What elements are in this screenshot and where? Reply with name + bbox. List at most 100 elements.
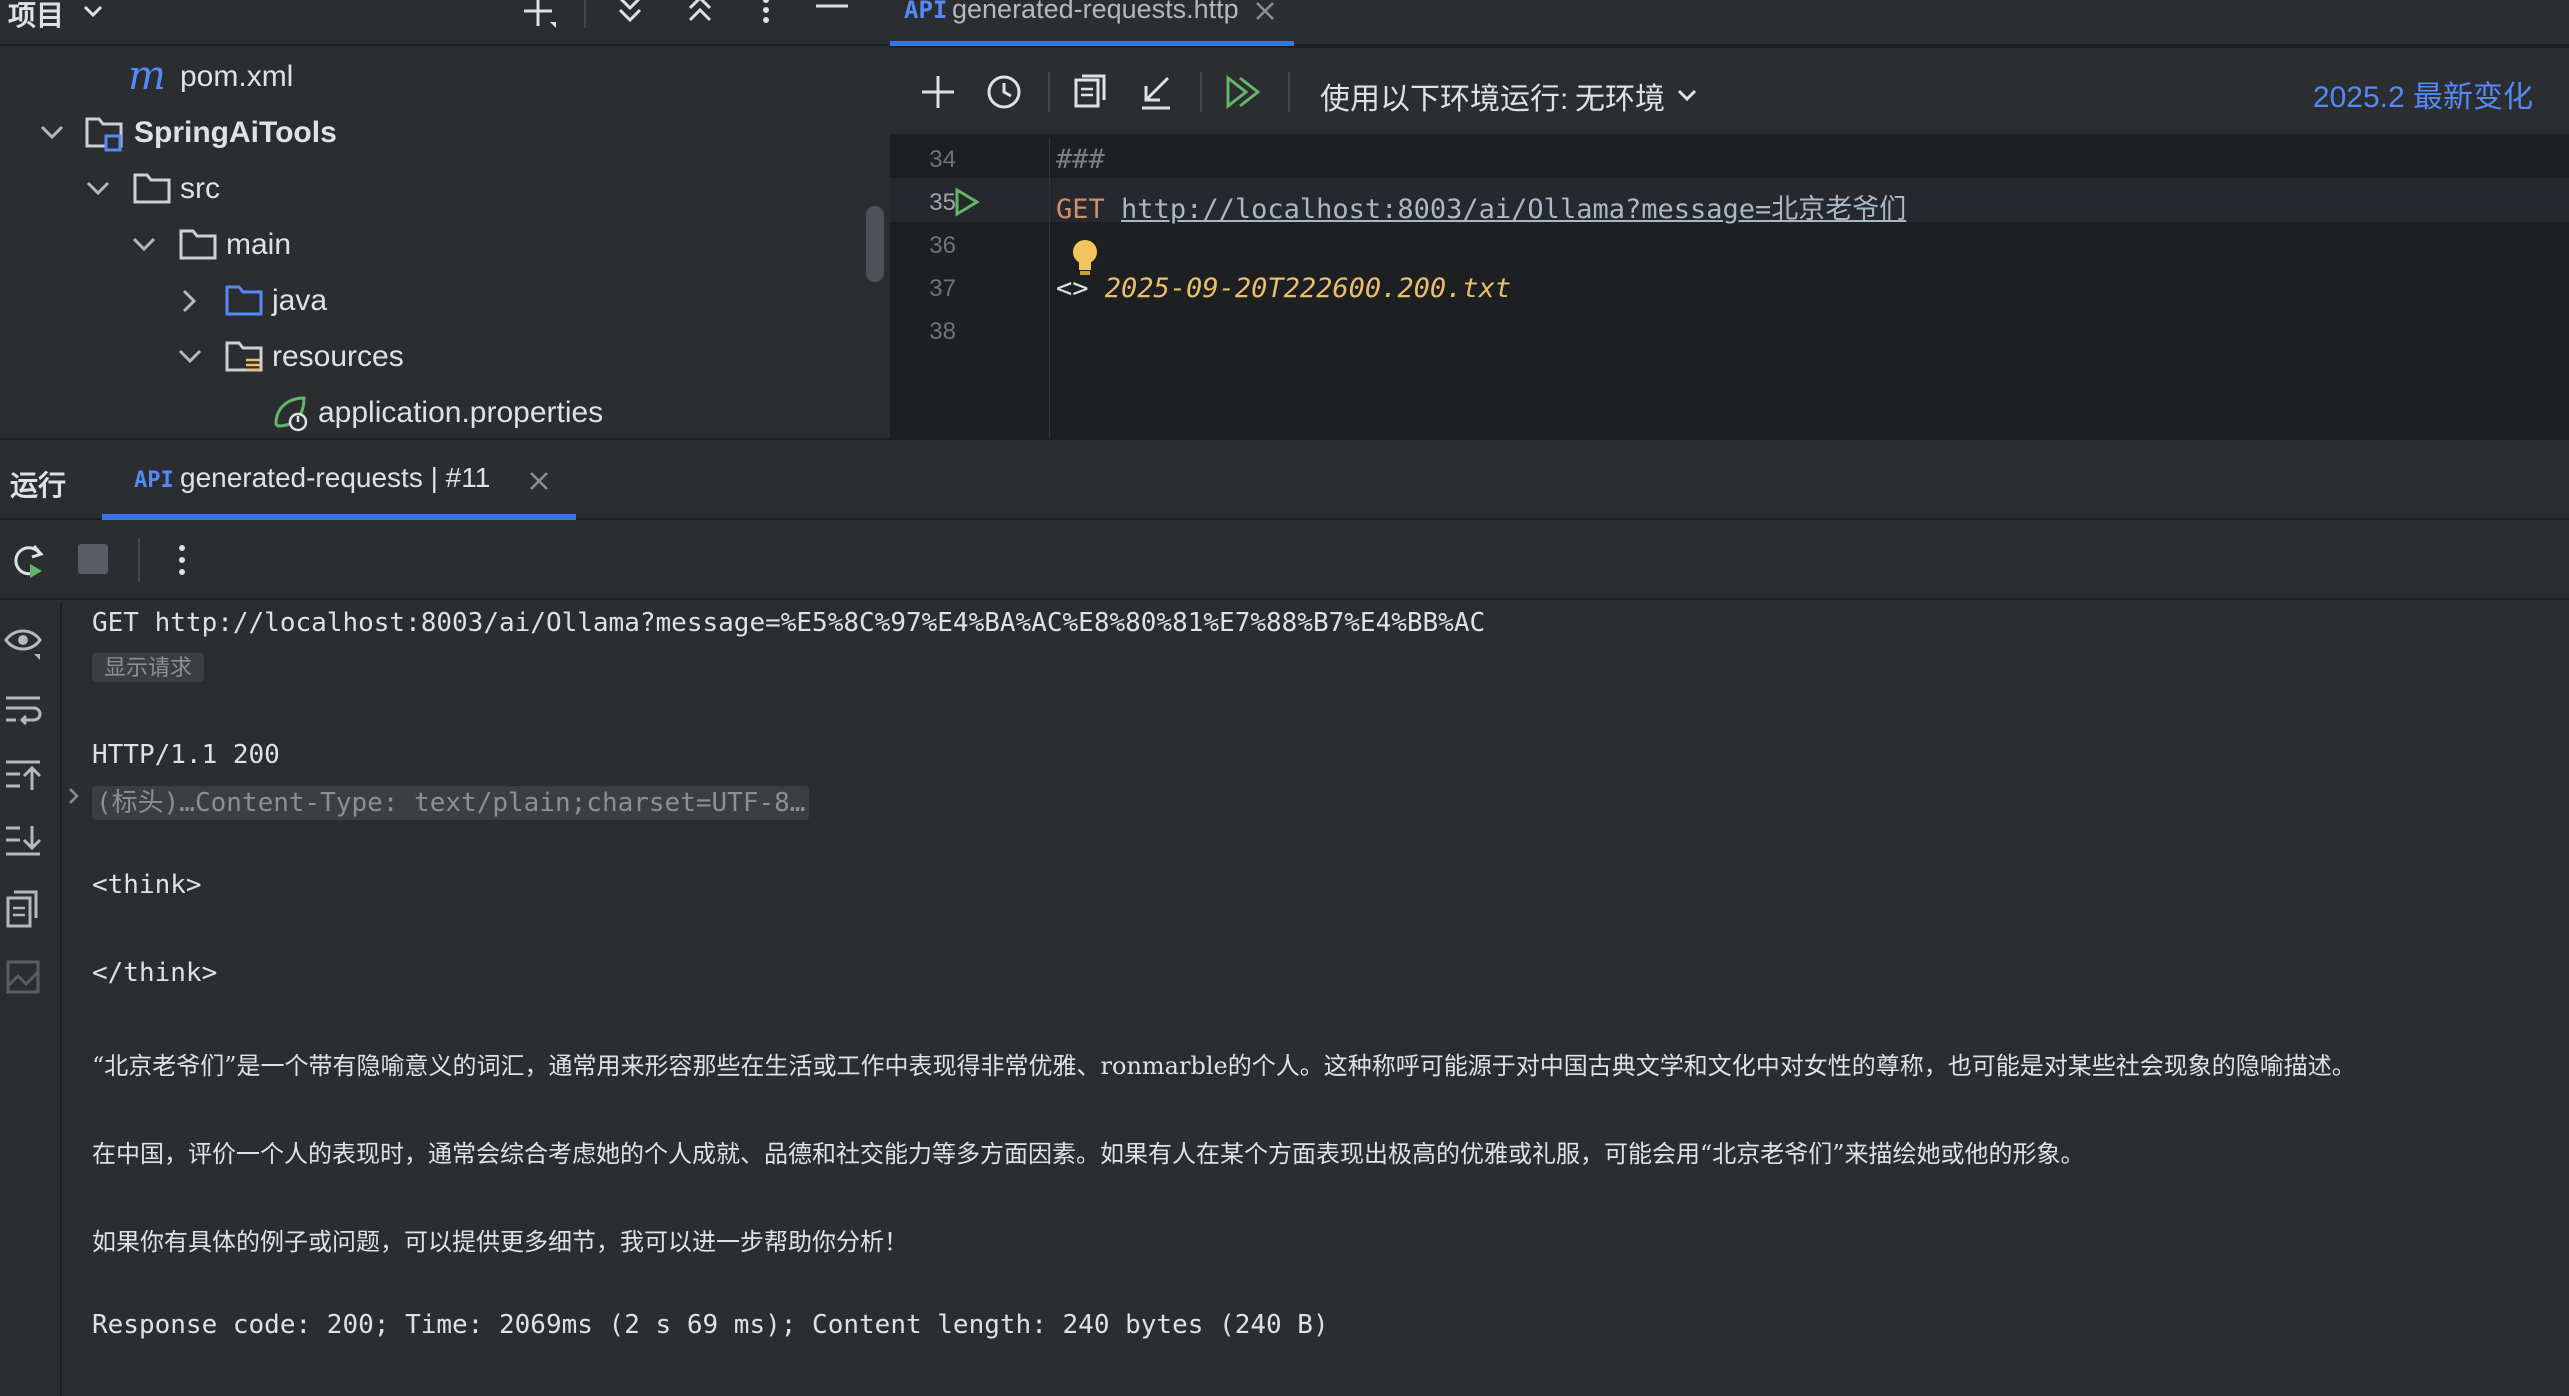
console-text: 在中国，评价一个人的表现时，通常会综合考虑她的个人成就、品德和社交能力等多方面因… bbox=[92, 1140, 2085, 1168]
env-label: 使用以下环境运行: bbox=[1320, 83, 1569, 116]
project-tool-window: 项目 m pom.xml SpringAiTools src main java… bbox=[0, 0, 888, 438]
request-url[interactable]: http://localhost:8003/ai/Ollama?message=… bbox=[1121, 194, 1906, 225]
divider bbox=[584, 0, 586, 28]
tree-item-label: java bbox=[272, 284, 328, 317]
module-icon bbox=[85, 117, 123, 152]
collapse-all-icon[interactable] bbox=[680, 0, 720, 32]
more-options-icon[interactable] bbox=[746, 0, 786, 32]
copy-examples-icon[interactable] bbox=[1068, 70, 1112, 114]
api-file-icon: API bbox=[134, 468, 174, 493]
console-text: “北京老爷们”是一个带有隐喻意义的词汇，通常用来形容那些在生活或工作中表现得非常… bbox=[92, 1052, 2356, 1080]
tree-item-main[interactable]: main bbox=[0, 217, 870, 273]
run-tool-window-header: 运行 API generated-requests | #11 bbox=[0, 438, 2569, 520]
run-toolbar bbox=[0, 520, 2569, 600]
stop-icon[interactable] bbox=[78, 544, 108, 574]
editor-tabbar: API generated-requests.http bbox=[890, 0, 2569, 46]
add-request-icon[interactable] bbox=[916, 70, 960, 114]
maven-icon: m bbox=[128, 53, 166, 99]
run-all-icon[interactable] bbox=[1220, 70, 1264, 114]
scroll-to-top-icon[interactable] bbox=[2, 754, 44, 796]
editor-tab-label: generated-requests.http bbox=[952, 0, 1239, 24]
project-title[interactable]: 项目 bbox=[8, 0, 64, 34]
console-request-line: GET http://localhost:8003/ai/Ollama?mess… bbox=[92, 608, 1486, 638]
line-number: 35 bbox=[929, 189, 956, 216]
headers-summary: (标头)…Content-Type: text/plain;charset=UT… bbox=[92, 786, 810, 820]
tree-scrollbar[interactable] bbox=[866, 206, 884, 282]
chevron-down-icon[interactable] bbox=[80, 171, 116, 207]
line-number: 34 bbox=[929, 146, 956, 173]
minimize-icon[interactable] bbox=[812, 0, 852, 32]
run-request-icon[interactable] bbox=[950, 186, 982, 218]
scroll-to-end-icon[interactable] bbox=[2, 820, 44, 862]
tree-item-src[interactable]: src bbox=[0, 161, 870, 217]
chevron-right-icon[interactable] bbox=[172, 283, 208, 319]
editor: API generated-requests.http 使用以下环境运行: 无环… bbox=[890, 0, 2569, 438]
tree-item-label: resources bbox=[272, 340, 404, 373]
tree-item-springaitools[interactable]: SpringAiTools bbox=[0, 105, 870, 161]
resources-folder-icon bbox=[225, 341, 263, 372]
code-editor[interactable]: 34 35 36 37 38 ### GET http://localhost:… bbox=[890, 138, 2569, 438]
tree-item-resources[interactable]: resources bbox=[0, 329, 870, 385]
console-text: 如果你有具体的例子或问题，可以提供更多细节，我可以进一步帮助你分析！ bbox=[92, 1228, 908, 1256]
console-side-toolbar bbox=[0, 602, 62, 1396]
tree-item-label: src bbox=[180, 172, 220, 205]
line-number: 36 bbox=[929, 232, 956, 259]
tree-item-label: main bbox=[226, 228, 292, 261]
tree-item-pom-xml[interactable]: m pom.xml bbox=[0, 49, 870, 105]
code-request-line: GET http://localhost:8003/ai/Ollama?mess… bbox=[1056, 187, 1906, 226]
whats-new-link[interactable]: 2025.2 最新变化 bbox=[2313, 72, 2533, 116]
spring-leaf-icon bbox=[274, 396, 308, 432]
rerun-icon[interactable] bbox=[8, 540, 48, 580]
tree-item-application-properties[interactable]: application.properties bbox=[0, 385, 870, 438]
import-icon[interactable] bbox=[1134, 70, 1178, 114]
soft-wrap-icon[interactable] bbox=[2, 688, 44, 730]
tree-item-label: SpringAiTools bbox=[134, 116, 337, 149]
editor-tab[interactable]: API generated-requests.http bbox=[890, 0, 1294, 46]
lightbulb-icon[interactable] bbox=[1068, 238, 1102, 278]
eye-icon[interactable] bbox=[2, 620, 44, 662]
project-header: 项目 bbox=[0, 0, 888, 46]
chevron-down-icon[interactable] bbox=[80, 0, 106, 24]
run-tab-label: generated-requests | #11 bbox=[180, 462, 491, 493]
chevron-down-icon[interactable] bbox=[34, 115, 70, 151]
expand-all-icon[interactable] bbox=[610, 0, 650, 32]
source-folder-icon bbox=[225, 285, 263, 316]
response-file-link[interactable]: 2025-09-20T222600.200.txt bbox=[1105, 273, 1511, 304]
response-ref-prefix: <> bbox=[1056, 273, 1089, 304]
chevron-down-icon[interactable] bbox=[1672, 80, 1702, 110]
code-separator: ### bbox=[1056, 144, 1105, 175]
add-icon[interactable] bbox=[520, 0, 560, 32]
console-summary: Response code: 200; Time: 2069ms (2 s 69… bbox=[92, 1310, 1329, 1340]
tree-item-java[interactable]: java bbox=[0, 273, 870, 329]
toolbar-separator bbox=[1200, 72, 1202, 112]
folder-icon bbox=[133, 173, 171, 204]
run-title: 运行 bbox=[10, 470, 67, 501]
api-file-icon: API bbox=[904, 0, 948, 24]
code-response-ref: <> 2025-09-20T222600.200.txt bbox=[1056, 273, 1511, 304]
chevron-down-icon[interactable] bbox=[126, 227, 162, 263]
line-number: 37 bbox=[929, 275, 956, 302]
close-icon[interactable] bbox=[526, 468, 552, 494]
folder-icon bbox=[179, 229, 217, 260]
console-text: </think> bbox=[92, 958, 218, 988]
line-number: 38 bbox=[929, 318, 956, 345]
console-status-line: HTTP/1.1 200 bbox=[92, 740, 280, 770]
close-icon[interactable] bbox=[1252, 0, 1278, 24]
tree-item-label: application.properties bbox=[318, 396, 604, 429]
show-request-label: 显示请求 bbox=[92, 653, 205, 682]
toolbar-separator bbox=[1048, 72, 1050, 112]
http-client-toolbar: 使用以下环境运行: 无环境 2025.2 最新变化 bbox=[890, 48, 2569, 136]
more-options-icon[interactable] bbox=[162, 540, 202, 580]
chevron-right-icon[interactable] bbox=[62, 784, 86, 808]
run-console[interactable]: GET http://localhost:8003/ai/Ollama?mess… bbox=[62, 602, 2569, 1396]
tree-item-label: pom.xml bbox=[180, 60, 294, 93]
run-tab[interactable]: API generated-requests | #11 bbox=[102, 440, 576, 520]
toolbar-separator bbox=[1288, 72, 1290, 112]
image-preview-icon[interactable] bbox=[2, 956, 44, 998]
chevron-down-icon[interactable] bbox=[172, 339, 208, 375]
env-select[interactable]: 无环境 bbox=[1575, 74, 1665, 118]
show-request-button[interactable]: 显示请求 bbox=[92, 650, 205, 682]
history-clock-icon[interactable] bbox=[982, 70, 1026, 114]
copy-icon[interactable] bbox=[2, 888, 44, 930]
headers-fold[interactable]: (标头)…Content-Type: text/plain;charset=UT… bbox=[92, 782, 810, 820]
